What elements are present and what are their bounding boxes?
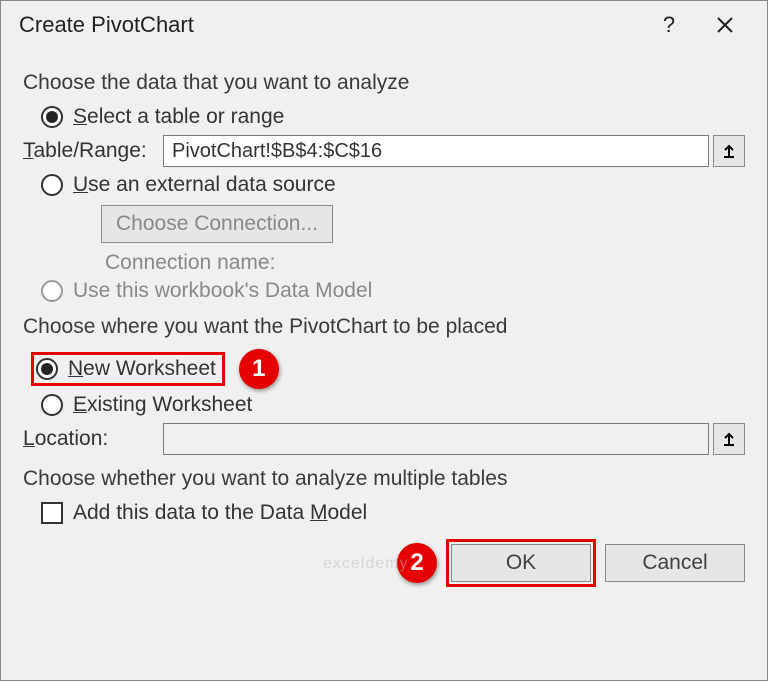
location-label: Location: (23, 427, 153, 451)
checkbox-add-model-row[interactable]: Add this data to the Data Model (41, 501, 745, 525)
highlight-new-worksheet: New Worksheet (31, 352, 225, 386)
section-multiple-label: Choose whether you want to analyze multi… (23, 467, 745, 491)
dialog-title: Create PivotChart (19, 12, 637, 38)
location-input (163, 423, 709, 455)
table-range-input[interactable] (163, 135, 709, 167)
callout-1: 1 (239, 349, 279, 389)
radio-icon (41, 106, 63, 128)
radio-select-table-row[interactable]: Select a table or range (41, 105, 745, 129)
radio-select-table-label: Select a table or range (73, 105, 284, 129)
collapse-dialog-button-2[interactable] (713, 423, 745, 455)
section-analyze-label: Choose the data that you want to analyze (23, 71, 745, 95)
radio-external-label: Use an external data source (73, 173, 336, 197)
collapse-dialog-button[interactable] (713, 135, 745, 167)
checkbox-add-model-label: Add this data to the Data Model (73, 501, 367, 525)
location-row: Location: (23, 423, 745, 455)
table-range-row: Table/Range: (23, 135, 745, 167)
radio-icon (41, 280, 63, 302)
help-button[interactable]: ? (645, 5, 693, 45)
section-placement-label: Choose where you want the PivotChart to … (23, 315, 745, 339)
radio-icon (41, 174, 63, 196)
radio-external-row[interactable]: Use an external data source (41, 173, 745, 197)
collapse-icon (721, 143, 737, 159)
radio-data-model-label: Use this workbook's Data Model (73, 279, 372, 303)
cancel-button[interactable]: Cancel (605, 544, 745, 582)
new-worksheet-row: New Worksheet 1 (31, 349, 745, 389)
title-bar: Create PivotChart ? (1, 1, 767, 49)
ok-button[interactable]: OK (451, 544, 591, 582)
radio-new-worksheet-label[interactable]: New Worksheet (68, 357, 216, 381)
choose-connection-button: Choose Connection... (101, 205, 333, 243)
radio-existing-row[interactable]: Existing Worksheet (41, 393, 745, 417)
watermark: exceldemy (323, 555, 408, 573)
checkbox-icon (41, 502, 63, 524)
dialog-footer: exceldemy 2 OK Cancel (23, 543, 745, 583)
table-range-label: Table/Range: (23, 139, 153, 163)
close-button[interactable] (701, 5, 749, 45)
callout-2: 2 (397, 543, 437, 583)
dialog-content: Choose the data that you want to analyze… (1, 49, 767, 597)
connection-name-label: Connection name: (105, 251, 745, 275)
radio-icon[interactable] (36, 358, 58, 380)
close-icon (716, 16, 734, 34)
radio-icon (41, 394, 63, 416)
collapse-icon (721, 431, 737, 447)
radio-data-model-row: Use this workbook's Data Model (41, 279, 745, 303)
radio-existing-label: Existing Worksheet (73, 393, 252, 417)
